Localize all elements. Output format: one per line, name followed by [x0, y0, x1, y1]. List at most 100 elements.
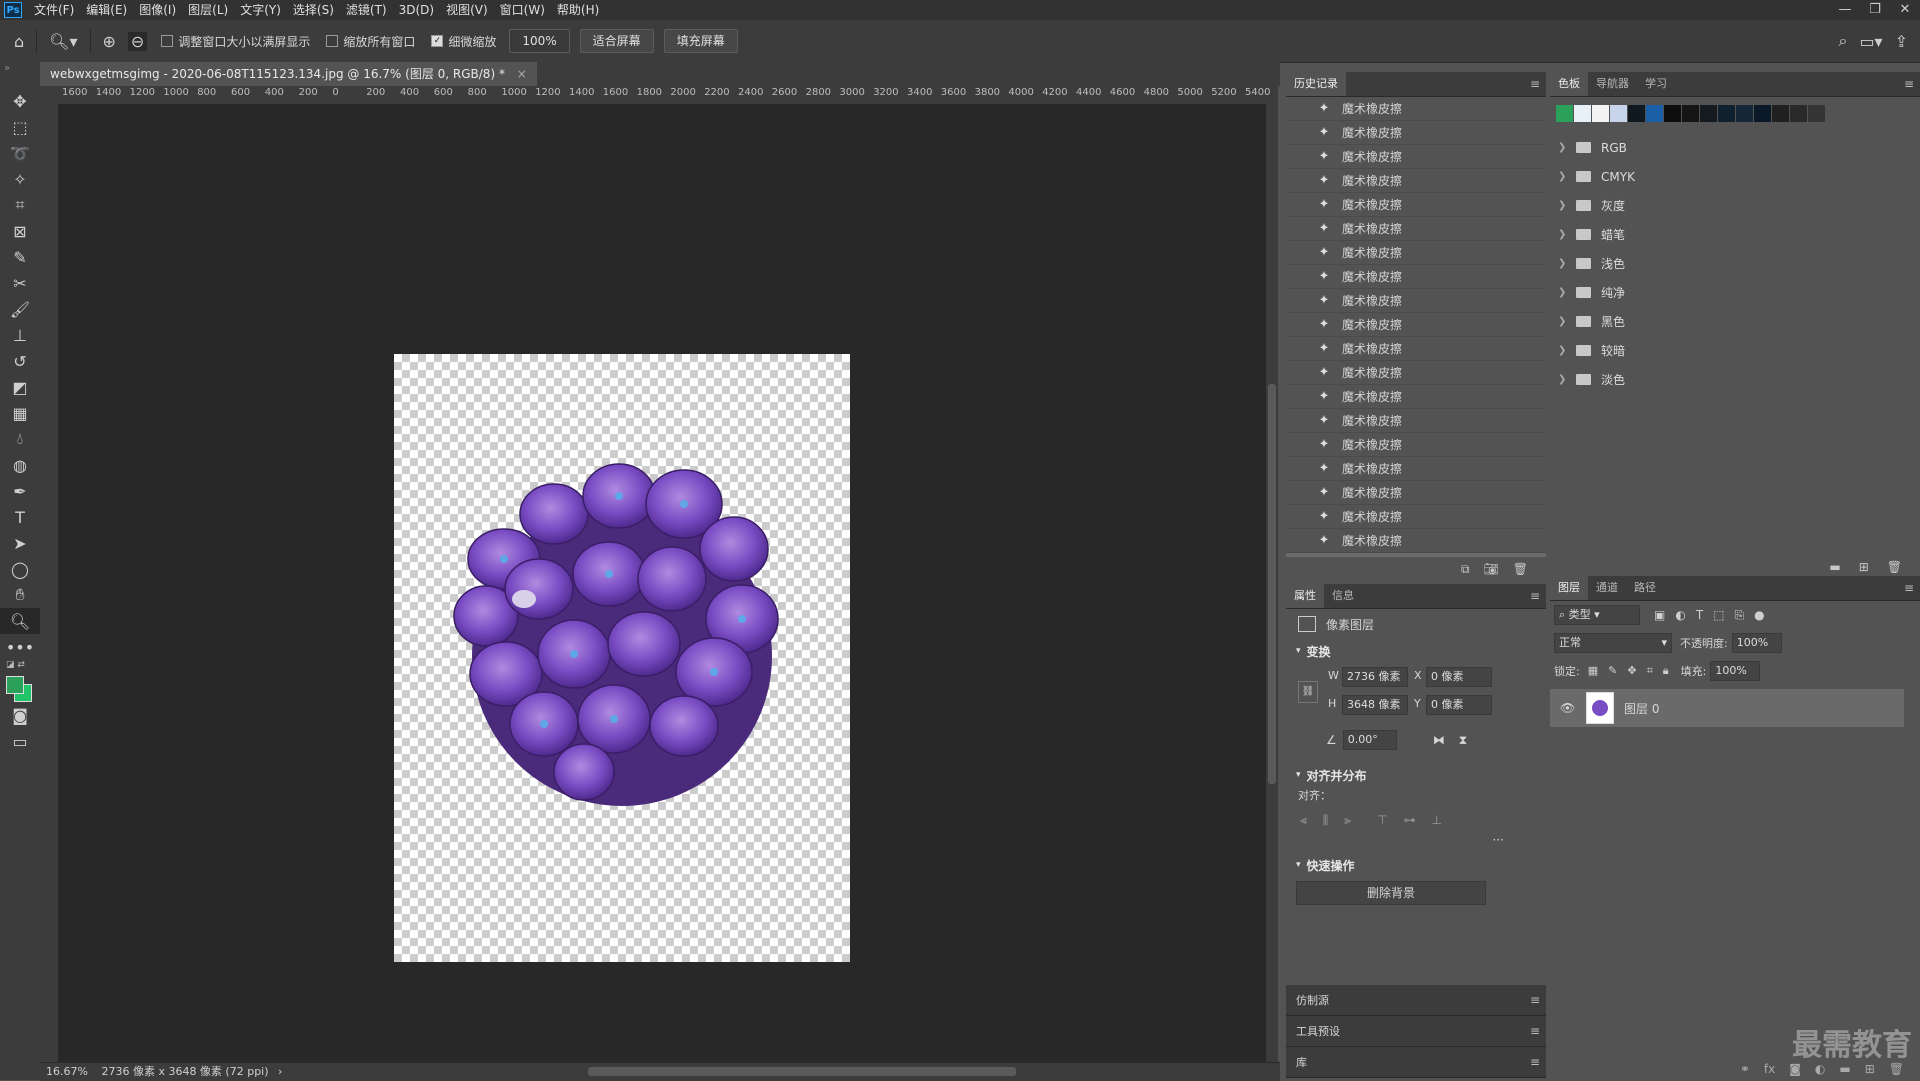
eraser-tool-icon[interactable]: ◩ — [0, 374, 40, 400]
history-item[interactable]: ✦ 魔术橡皮擦 — [1286, 505, 1546, 529]
align-right-icon[interactable]: ⫸ — [1344, 813, 1351, 828]
swatch-group[interactable]: ❯ 蜡笔 — [1550, 220, 1920, 249]
delete-state-icon[interactable]: 🗑︎ — [1513, 562, 1528, 576]
scrubby-zoom-checkbox[interactable]: ✓ 细微缩放 — [431, 33, 496, 50]
horizontal-scroll-thumb[interactable] — [588, 1067, 1016, 1076]
document-info[interactable]: 2736 像素 x 3648 像素 (72 ppi) — [101, 1065, 268, 1078]
remove-background-button[interactable]: 删除背景 — [1296, 881, 1486, 905]
zoom-tool-preset-icon[interactable]: 🔍︎▾ — [49, 32, 77, 51]
resize-windows-checkbox[interactable]: 调整窗口大小以满屏显示 — [161, 33, 310, 50]
panel-menu-icon[interactable]: ≡ — [1904, 581, 1914, 595]
blend-mode-select[interactable]: 正常 ▾ — [1554, 633, 1672, 653]
color-swatch[interactable] — [1808, 105, 1825, 122]
dodge-tool-icon[interactable]: ◍ — [0, 452, 40, 478]
swatch-group[interactable]: ❯ 较暗 — [1550, 336, 1920, 365]
swatch-group[interactable]: ❯ CMYK — [1550, 162, 1920, 191]
vertical-scroll-thumb[interactable] — [1268, 384, 1276, 784]
history-item[interactable]: ✦ 魔术橡皮擦 — [1286, 457, 1546, 481]
menu-select[interactable]: 选择(S) — [287, 0, 340, 20]
tool-presets-panel[interactable]: 工具预设 ≡ — [1286, 1016, 1546, 1047]
new-swatch-icon[interactable]: ⊞ — [1859, 560, 1869, 574]
history-brush-tool-icon[interactable]: ↺ — [0, 348, 40, 374]
pen-tool-icon[interactable]: ✒ — [0, 478, 40, 504]
type-tool-icon[interactable]: T — [0, 504, 40, 530]
chevron-right-icon[interactable]: ❯ — [1558, 287, 1572, 298]
delete-layer-icon[interactable]: 🗑︎ — [1889, 1062, 1904, 1076]
move-tool-icon[interactable]: ✥ — [0, 88, 40, 114]
blur-tool-icon[interactable]: 💧︎ — [0, 426, 40, 452]
snapshot-icon[interactable]: 📷︎ — [1484, 562, 1499, 576]
history-item[interactable]: ✦ 魔术橡皮擦 — [1286, 385, 1546, 409]
chevron-right-icon[interactable]: ❯ — [1558, 316, 1572, 327]
default-colors-icon[interactable]: ◪ ⇄ — [6, 660, 25, 670]
chevron-right-icon[interactable]: ❯ — [1558, 200, 1572, 211]
filter-pixel-icon[interactable]: ▣ — [1654, 608, 1665, 623]
menu-layer[interactable]: 图层(L) — [182, 0, 234, 20]
gradient-tool-icon[interactable]: ▦ — [0, 400, 40, 426]
angle-field[interactable]: 0.00° — [1342, 730, 1397, 750]
color-swatch[interactable] — [1610, 105, 1627, 122]
history-item[interactable]: ✦ 魔术橡皮擦 — [1286, 361, 1546, 385]
layer-filter-select[interactable]: ⌕ 类型 ▾ — [1554, 605, 1640, 625]
history-item[interactable]: ✦ 魔术橡皮擦 — [1286, 433, 1546, 457]
share-icon[interactable]: ⇪ — [1895, 32, 1908, 51]
menu-file[interactable]: 文件(F) — [28, 0, 80, 20]
menu-3d[interactable]: 3D(D) — [393, 0, 440, 20]
menu-filter[interactable]: 滤镜(T) — [340, 0, 393, 20]
chevron-right-icon[interactable]: ❯ — [1558, 229, 1572, 240]
lock-position-icon[interactable]: ✥ — [1627, 664, 1636, 678]
swatch-group[interactable]: ❯ 淡色 — [1550, 365, 1920, 394]
color-swatch[interactable] — [1646, 105, 1663, 122]
workspace-icon[interactable]: ▭▾ — [1859, 32, 1882, 51]
swatch-group[interactable]: ❯ 灰度 — [1550, 191, 1920, 220]
lock-transparent-icon[interactable]: ▦ — [1588, 664, 1598, 678]
lasso-tool-icon[interactable]: ➰ — [0, 140, 40, 166]
panel-menu-icon[interactable]: ≡ — [1530, 589, 1540, 603]
align-middle-icon[interactable]: ⊶ — [1404, 813, 1416, 827]
canvas-workspace[interactable] — [58, 104, 1266, 1064]
tab-channels[interactable]: 通道 — [1588, 576, 1626, 600]
layer-style-icon[interactable]: fx — [1764, 1062, 1775, 1076]
search-icon[interactable]: ⌕ — [1838, 31, 1847, 51]
history-item[interactable]: ✦ 魔术橡皮擦 — [1286, 121, 1546, 145]
panel-menu-icon[interactable]: ≡ — [1530, 77, 1540, 91]
filter-type-icon[interactable]: T — [1696, 608, 1703, 623]
more-options-icon[interactable]: ··· — [1286, 833, 1546, 853]
align-left-icon[interactable]: ⫷ — [1300, 813, 1307, 828]
adjustment-layer-icon[interactable]: ◐ — [1815, 1062, 1825, 1076]
tab-paths[interactable]: 路径 — [1626, 576, 1664, 600]
align-top-icon[interactable]: ⊤ — [1377, 813, 1387, 827]
minimize-button[interactable]: — — [1830, 0, 1860, 20]
close-window-button[interactable]: ✕ — [1890, 0, 1920, 20]
marquee-tool-icon[interactable]: ⬚ — [0, 114, 40, 140]
color-swatch[interactable] — [1772, 105, 1789, 122]
chevron-down-icon[interactable]: ▾ — [1296, 860, 1301, 870]
visibility-eye-icon[interactable]: 👁︎ — [1560, 701, 1580, 715]
new-document-from-state-icon[interactable]: ⧉ — [1461, 562, 1470, 577]
history-item[interactable]: ✦ 魔术橡皮擦 — [1286, 193, 1546, 217]
color-swatch[interactable] — [1682, 105, 1699, 122]
color-swatch[interactable] — [1790, 105, 1807, 122]
history-item[interactable]: ✦ 魔术橡皮擦 — [1286, 289, 1546, 313]
chevron-right-icon[interactable]: ❯ — [1558, 258, 1572, 269]
tab-info[interactable]: 信息 — [1324, 584, 1362, 608]
delete-swatch-icon[interactable]: 🗑︎ — [1887, 560, 1902, 574]
history-item[interactable]: ✦ 魔术橡皮擦 — [1286, 481, 1546, 505]
history-item[interactable]: ✦ 魔术橡皮擦 — [1286, 217, 1546, 241]
tab-layers[interactable]: 图层 — [1550, 576, 1588, 600]
chevron-down-icon[interactable]: ▾ — [1296, 770, 1301, 780]
tab-navigator[interactable]: 导航器 — [1588, 72, 1637, 96]
quick-mask-icon[interactable]: ◙ — [0, 702, 40, 728]
link-icon[interactable]: ⛓ — [1298, 681, 1318, 703]
chevron-right-icon[interactable]: ❯ — [1558, 171, 1572, 182]
menu-help[interactable]: 帮助(H) — [551, 0, 605, 20]
menu-edit[interactable]: 编辑(E) — [80, 0, 133, 20]
menu-view[interactable]: 视图(V) — [440, 0, 494, 20]
history-item[interactable]: ✦ 魔术橡皮擦 — [1286, 409, 1546, 433]
path-selection-tool-icon[interactable]: ➤ — [0, 530, 40, 556]
zoom-all-windows-checkbox[interactable]: 缩放所有窗口 — [326, 33, 415, 50]
panel-menu-icon[interactable]: ≡ — [1530, 1055, 1540, 1069]
chevron-right-icon[interactable]: ❯ — [1558, 142, 1572, 153]
filter-toggle-icon[interactable]: ● — [1754, 608, 1764, 623]
filter-smart-object-icon[interactable]: ⎘ — [1735, 608, 1745, 623]
